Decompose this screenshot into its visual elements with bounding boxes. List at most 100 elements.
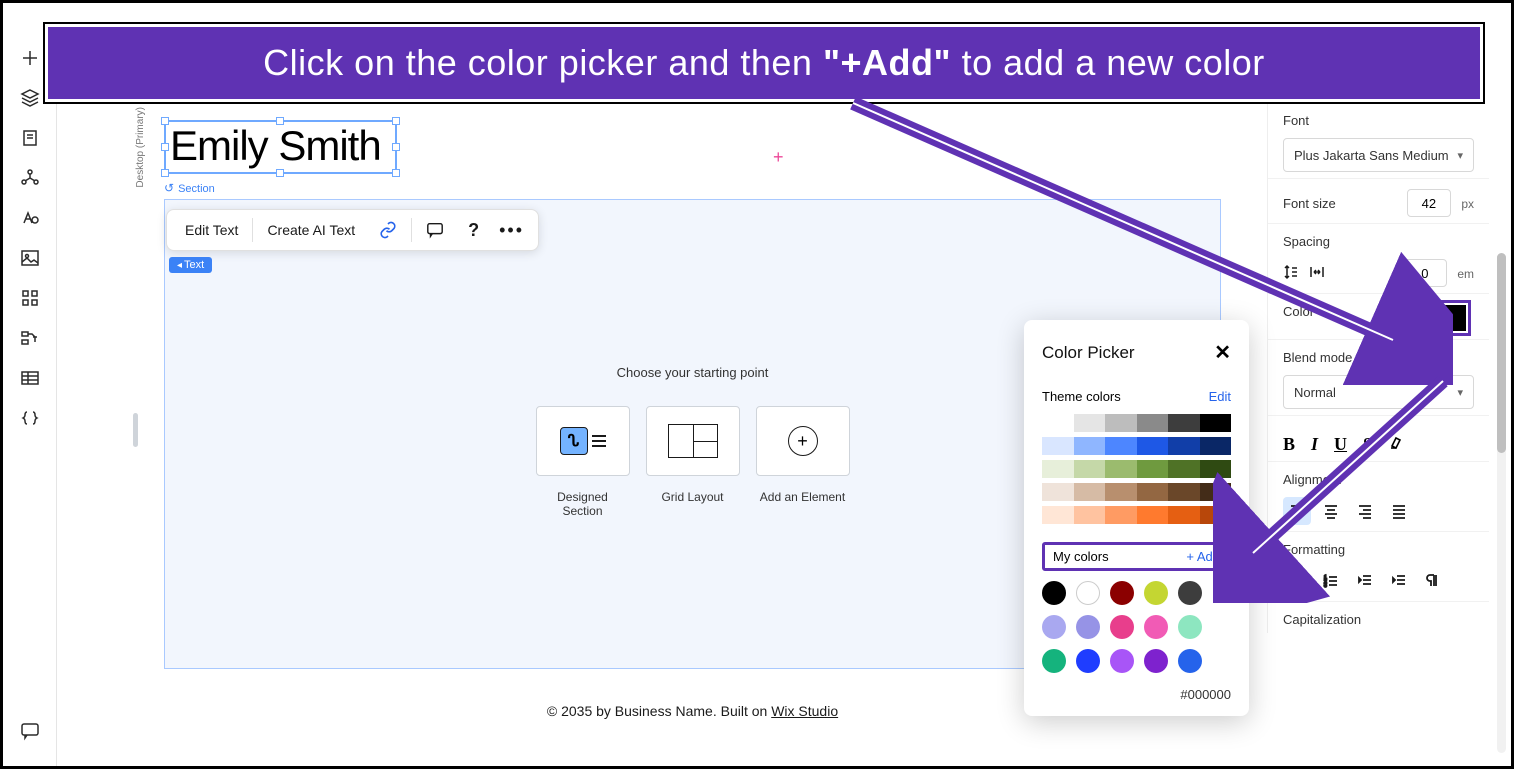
theme-color-cell[interactable] xyxy=(1137,437,1169,455)
comment-icon[interactable] xyxy=(414,209,456,251)
highlight-button[interactable] xyxy=(1389,434,1405,455)
scrollbar-thumb[interactable] xyxy=(1497,253,1506,453)
my-color-chip[interactable] xyxy=(1076,615,1100,639)
theme-color-cell[interactable] xyxy=(1168,414,1200,432)
theme-color-cell[interactable] xyxy=(1168,460,1200,478)
resize-handle[interactable] xyxy=(392,169,400,177)
direction-button[interactable] xyxy=(1419,567,1447,595)
typography-icon[interactable] xyxy=(16,204,44,232)
resize-handle[interactable] xyxy=(392,117,400,125)
my-color-chip[interactable] xyxy=(1178,615,1202,639)
more-icon[interactable]: ••• xyxy=(491,209,532,251)
theme-color-cell[interactable] xyxy=(1200,414,1232,432)
theme-color-cell[interactable] xyxy=(1200,483,1232,501)
card-grid-layout[interactable]: Grid Layout xyxy=(646,406,740,518)
theme-color-cell[interactable] xyxy=(1168,437,1200,455)
create-ai-text-button[interactable]: Create AI Text xyxy=(255,209,367,251)
theme-color-cell[interactable] xyxy=(1074,506,1106,524)
theme-color-cell[interactable] xyxy=(1137,483,1169,501)
theme-color-cell[interactable] xyxy=(1074,414,1106,432)
bold-button[interactable]: B xyxy=(1283,434,1295,455)
underline-button[interactable]: U xyxy=(1334,434,1347,455)
theme-color-cell[interactable] xyxy=(1105,506,1137,524)
site-structure-icon[interactable] xyxy=(16,164,44,192)
theme-color-cell[interactable] xyxy=(1168,483,1200,501)
my-color-chip[interactable] xyxy=(1110,649,1134,673)
card-add-element[interactable]: + Add an Element xyxy=(756,406,850,518)
link-icon[interactable] xyxy=(367,209,409,251)
font-select[interactable]: Plus Jakarta Sans Medium ▾ xyxy=(1283,138,1474,172)
edit-text-button[interactable]: Edit Text xyxy=(173,209,250,251)
theme-color-cell[interactable] xyxy=(1074,483,1106,501)
theme-color-cell[interactable] xyxy=(1105,437,1137,455)
close-icon[interactable]: ✕ xyxy=(1214,340,1231,365)
resize-handle[interactable] xyxy=(161,117,169,125)
my-color-chip[interactable] xyxy=(1110,581,1134,605)
my-color-chip[interactable] xyxy=(1144,649,1168,673)
my-color-chip[interactable] xyxy=(1110,615,1134,639)
strikethrough-button[interactable]: S xyxy=(1363,434,1373,455)
align-left-button[interactable] xyxy=(1283,497,1311,525)
align-right-button[interactable] xyxy=(1351,497,1379,525)
theme-color-cell[interactable] xyxy=(1200,506,1232,524)
line-height-icon[interactable] xyxy=(1283,264,1299,283)
code-icon[interactable] xyxy=(16,404,44,432)
media-icon[interactable] xyxy=(16,244,44,272)
my-color-chip[interactable] xyxy=(1042,649,1066,673)
theme-color-cell[interactable] xyxy=(1042,437,1074,455)
section-label[interactable]: Section xyxy=(164,181,215,195)
resize-handle[interactable] xyxy=(161,169,169,177)
table-icon[interactable] xyxy=(16,364,44,392)
theme-color-cell[interactable] xyxy=(1042,506,1074,524)
resize-handle[interactable] xyxy=(161,143,169,151)
help-icon[interactable]: ? xyxy=(456,209,491,251)
font-size-input[interactable] xyxy=(1407,189,1451,217)
theme-color-cell[interactable] xyxy=(1137,506,1169,524)
theme-color-cell[interactable] xyxy=(1042,460,1074,478)
theme-color-cell[interactable] xyxy=(1200,437,1232,455)
page-icon[interactable] xyxy=(16,124,44,152)
letter-spacing-icon[interactable] xyxy=(1309,264,1325,283)
cms-icon[interactable] xyxy=(16,324,44,352)
my-color-chip[interactable] xyxy=(1178,581,1202,605)
my-color-chip[interactable] xyxy=(1042,615,1066,639)
theme-color-cell[interactable] xyxy=(1042,483,1074,501)
theme-color-cell[interactable] xyxy=(1137,414,1169,432)
resize-handle[interactable] xyxy=(276,117,284,125)
theme-color-cell[interactable] xyxy=(1042,414,1074,432)
bullet-list-button[interactable] xyxy=(1283,567,1311,595)
theme-color-cell[interactable] xyxy=(1074,437,1106,455)
heading-text[interactable]: Emily Smith xyxy=(170,122,381,169)
theme-color-cell[interactable] xyxy=(1137,460,1169,478)
my-color-chip[interactable] xyxy=(1076,649,1100,673)
theme-color-cell[interactable] xyxy=(1105,414,1137,432)
apps-icon[interactable] xyxy=(16,284,44,312)
theme-color-cell[interactable] xyxy=(1168,506,1200,524)
footer-link[interactable]: Wix Studio xyxy=(771,703,838,719)
align-center-button[interactable] xyxy=(1317,497,1345,525)
indent-button[interactable] xyxy=(1385,567,1413,595)
vertical-scrollbar[interactable] xyxy=(1497,253,1506,753)
resize-handle[interactable] xyxy=(392,143,400,151)
add-icon[interactable] xyxy=(16,44,44,72)
spacing-input[interactable] xyxy=(1403,259,1447,287)
card-designed-section[interactable]: ᔐ Designed Section xyxy=(536,406,630,518)
layers-icon[interactable] xyxy=(16,84,44,112)
section-drag-handle[interactable] xyxy=(133,413,138,447)
selected-heading[interactable]: Emily Smith xyxy=(164,120,397,174)
my-color-chip[interactable] xyxy=(1076,581,1100,605)
comments-icon[interactable] xyxy=(16,717,44,745)
resize-handle[interactable] xyxy=(276,169,284,177)
add-color-button[interactable]: + Add xyxy=(1186,549,1220,564)
theme-color-cell[interactable] xyxy=(1105,483,1137,501)
theme-color-cell[interactable] xyxy=(1105,460,1137,478)
theme-color-cell[interactable] xyxy=(1074,460,1106,478)
align-justify-button[interactable] xyxy=(1385,497,1413,525)
my-color-chip[interactable] xyxy=(1042,581,1066,605)
my-color-chip[interactable] xyxy=(1178,649,1202,673)
blend-select[interactable]: Normal ▾ xyxy=(1283,375,1474,409)
theme-color-cell[interactable] xyxy=(1200,460,1232,478)
outdent-button[interactable] xyxy=(1351,567,1379,595)
my-color-chip[interactable] xyxy=(1144,615,1168,639)
numbered-list-button[interactable]: 123 xyxy=(1317,567,1345,595)
